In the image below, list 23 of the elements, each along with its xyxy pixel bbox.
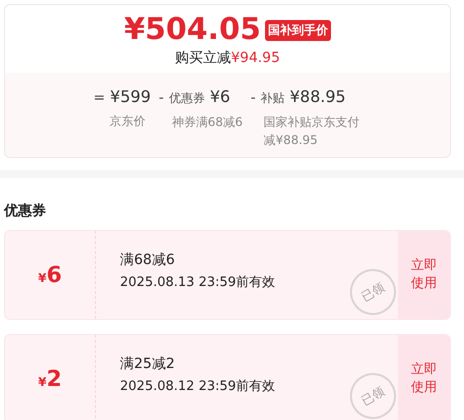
breakdown-label: 补贴 [260,90,285,107]
price-badge: 国补到手价 [264,20,331,40]
final-price: ¥504.05 [124,13,261,47]
use-now-button[interactable]: 立即使用 [398,231,450,319]
coupon-condition: 满68减6 [120,251,175,269]
operator: = [93,90,106,106]
breakdown-amount: ¥599 [110,87,151,106]
breakdown-note: 京东价 [108,113,146,130]
section-title: 优惠券 [4,202,47,220]
coupon-value: ¥6 [38,262,62,288]
operator: - [250,90,256,106]
coupon-value: ¥2 [38,366,62,392]
breakdown-note: 神券满68减6 [170,114,243,131]
breakdown-amount: ¥6 [210,87,230,106]
breakdown-note: 国家补贴京东支付减¥88.95 [262,114,361,149]
breakdown-label: 优惠券 [168,90,205,107]
coupon-validity: 2025.08.13 23:59前有效 [120,274,276,291]
coupon-validity: 2025.08.12 23:59前有效 [120,378,276,395]
saving-text: 购买立减¥94.95 [175,49,280,67]
coupon-condition: 满25减2 [120,355,175,373]
use-now-button[interactable]: 立即使用 [398,335,450,420]
operator: - [158,90,164,106]
breakdown-amount: ¥88.95 [290,87,346,106]
